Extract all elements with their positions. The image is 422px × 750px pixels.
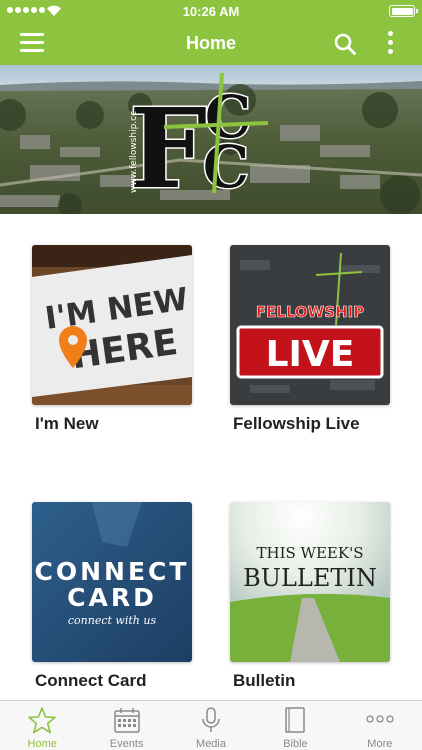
header-banner: F C C www.fellowship.cc [0,65,422,214]
tile-im-new[interactable]: I'M NEW HERE I'm New [32,245,192,434]
page-title: Home [185,33,236,53]
svg-text:LIVE: LIVE [266,334,355,375]
more-dots-icon [366,715,394,723]
svg-text:FELLOWSHIP: FELLOWSHIP [256,303,364,321]
fellowship-live-image: FELLOWSHIP LIVE [230,245,390,405]
tile-label: Bulletin [233,671,296,690]
tab-bar: Home Events Media Bible More [0,700,422,750]
tab-label: Media [196,738,226,750]
tab-bible[interactable]: Bible [253,701,337,750]
svg-text:CONNECT: CONNECT [35,557,190,586]
tab-label: Home [27,738,57,750]
status-time: 10:26 AM [182,4,240,19]
star-icon [28,707,57,734]
calendar-icon [113,708,140,733]
svg-text:CARD: CARD [67,583,157,612]
tab-home[interactable]: Home [0,701,84,750]
svg-text:BULLETIN: BULLETIN [243,564,377,592]
battery-icon [389,5,418,17]
tile-bulletin[interactable]: THIS WEEK'S BULLETIN Bulletin [230,502,390,691]
tab-media[interactable]: Media [169,701,253,750]
svg-text:THIS WEEK'S: THIS WEEK'S [257,544,364,562]
tile-label: Connect Card [35,671,147,690]
tile-label: Fellowship Live [233,414,360,433]
tile-label: I'm New [35,414,99,433]
svg-text:C: C [203,133,249,201]
tab-events[interactable]: Events [84,701,168,750]
tile-connect-card[interactable]: CONNECT CARD connect with us Connect Car… [32,502,192,691]
svg-text:connect with us: connect with us [68,614,157,627]
svg-text:F: F [129,84,207,213]
im-new-image: I'M NEW HERE [32,245,192,405]
status-bar: 10:26 AM [0,0,422,22]
connect-card-image: CONNECT CARD connect with us [32,502,192,662]
nav-bar: Home [0,22,422,65]
microphone-icon [202,707,220,732]
book-icon [285,707,306,733]
tab-label: Events [109,738,144,750]
more-options-icon[interactable] [380,31,400,57]
tab-more[interactable]: More [338,701,422,750]
logo-url: www.fellowship.cc [129,111,139,193]
search-icon[interactable] [333,32,357,56]
tab-label: Bible [283,738,308,750]
bulletin-image: THIS WEEK'S BULLETIN [230,502,390,662]
banner-image: F C C www.fellowship.cc [0,65,422,214]
tab-label: More [367,738,393,750]
tile-fellowship-live[interactable]: FELLOWSHIP LIVE Fellowship Live [230,245,390,434]
church-logo: F C C www.fellowship.cc [127,72,269,214]
